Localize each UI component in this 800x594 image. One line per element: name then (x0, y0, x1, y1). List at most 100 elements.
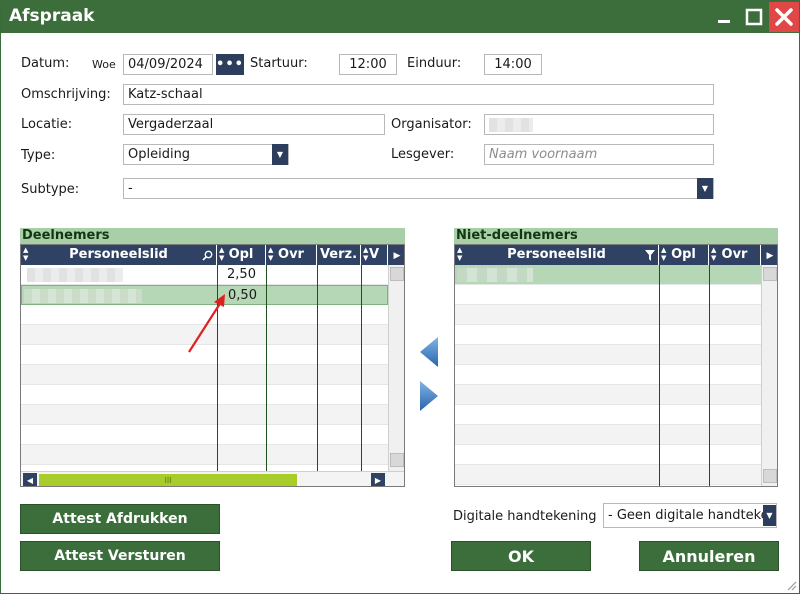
scroll-thumb[interactable]: III (39, 474, 297, 486)
deelnemers-grid: ▲ ▼ Personeelslid ▲ ▼ Opl ▲ ▼ Ovr Verz. ▲ ▼ (20, 244, 405, 487)
filter-icon[interactable] (645, 250, 655, 261)
chevron-down-icon: ▼ (701, 184, 709, 193)
chevron-down-icon: ▼ (276, 150, 284, 159)
column-opl[interactable]: ▲ ▼ Opl (659, 245, 709, 265)
datum-label: Datum: (21, 56, 70, 71)
day-of-week: Woe (92, 58, 116, 71)
column-verz[interactable]: Verz. (317, 245, 361, 265)
scroll-up-button[interactable] (390, 267, 404, 281)
empty-row (21, 425, 388, 445)
einduur-field[interactable]: 14:00 (484, 54, 542, 75)
omschrijving-field[interactable]: Katz-schaal (123, 84, 714, 105)
table-row-selected[interactable] (455, 265, 761, 285)
omschrijving-label: Omschrijving: (21, 87, 111, 102)
subtype-select[interactable]: - (123, 178, 714, 199)
empty-row (455, 325, 761, 345)
scroll-columns-right-button[interactable]: ▶ (388, 245, 404, 265)
digitale-dropdown-arrow[interactable]: ▼ (763, 505, 776, 526)
ok-button[interactable]: OK (451, 541, 591, 571)
empty-row (455, 385, 761, 405)
column-personeelslid[interactable]: ▲ ▼ Personeelslid (21, 245, 217, 265)
empty-row (455, 285, 761, 305)
sort-icon: ▲ ▼ (661, 246, 667, 262)
redacted-name (457, 267, 533, 282)
column-personeelslid[interactable]: ▲ ▼ Personeelslid (455, 245, 659, 265)
window-title: Afspraak (9, 6, 95, 26)
digitale-selected-value: - Geen digitale handtekening - (608, 508, 776, 523)
horizontal-scrollbar[interactable]: ◀ III ▶ (21, 471, 404, 486)
subtype-selected-value: - (128, 181, 133, 196)
close-icon (775, 8, 793, 26)
locatie-field[interactable]: Vergaderzaal (123, 114, 385, 135)
scroll-down-button[interactable] (763, 469, 777, 483)
search-icon[interactable] (202, 250, 213, 261)
scroll-right-button[interactable]: ▶ (371, 473, 385, 486)
empty-row (21, 405, 388, 425)
resize-grip-icon[interactable] (785, 579, 797, 591)
close-button[interactable] (769, 2, 799, 32)
scroll-columns-right-button[interactable]: ▶ (761, 245, 777, 265)
empty-row (455, 345, 761, 365)
deelnemers-header: Deelnemers (20, 228, 405, 244)
empty-row (21, 445, 388, 465)
vertical-scrollbar[interactable] (761, 265, 777, 486)
lesgever-label: Lesgever: (391, 147, 455, 162)
empty-row (455, 425, 761, 445)
einduur-label: Einduur: (407, 56, 462, 71)
minimize-button[interactable] (711, 4, 737, 30)
column-divider (317, 265, 318, 471)
column-ovr[interactable]: ▲ ▼ Ovr (266, 245, 317, 265)
scroll-left-button[interactable]: ◀ (23, 473, 37, 486)
startuur-field[interactable]: 12:00 (339, 54, 397, 75)
subtype-dropdown-arrow[interactable]: ▼ (697, 178, 713, 199)
grip-icon: III (164, 476, 172, 485)
sort-icon: ▲ ▼ (711, 246, 717, 262)
type-dropdown-arrow[interactable]: ▼ (272, 144, 288, 165)
table-row[interactable]: 2,50 (21, 265, 388, 285)
annuleren-button[interactable]: Annuleren (639, 541, 779, 571)
sort-icon: ▲ ▼ (268, 246, 274, 262)
organisator-field[interactable] (484, 114, 714, 135)
maximize-button[interactable] (741, 4, 767, 30)
redacted-name (489, 117, 533, 132)
chevron-right-icon: ▶ (393, 251, 401, 261)
sort-icon: ▲ ▼ (23, 246, 29, 262)
opl-cell: 2,50 (227, 267, 256, 282)
column-ovr[interactable]: ▲ ▼ Ovr (709, 245, 761, 265)
empty-row (21, 365, 388, 385)
dialog-body: Datum: Woe 04/09/2024 ••• Startuur: 12:0… (1, 33, 799, 593)
digitale-handtekening-label: Digitale handtekening (453, 509, 597, 524)
attest-versturen-button[interactable]: Attest Versturen (20, 541, 220, 571)
deelnemers-grid-header: ▲ ▼ Personeelslid ▲ ▼ Opl ▲ ▼ Ovr Verz. ▲ ▼ (21, 245, 404, 265)
niet-deelnemers-grid-header: ▲ ▼ Personeelslid ▲ ▼ Opl ▲ ▼ Ovr ▶ (455, 245, 777, 265)
move-right-arrow-icon[interactable] (419, 380, 439, 412)
column-v[interactable]: ▲ ▼ V (361, 245, 388, 265)
chevron-right-icon: ▶ (374, 475, 382, 485)
annotation-arrow-icon (188, 294, 225, 353)
title-bar[interactable]: Afspraak (1, 1, 799, 33)
maximize-icon (745, 8, 763, 26)
empty-row (455, 465, 761, 485)
lesgever-field[interactable]: Naam voornaam (484, 144, 714, 165)
sort-icon: ▲ ▼ (457, 246, 463, 262)
niet-deelnemers-grid: ▲ ▼ Personeelslid ▲ ▼ Opl ▲ ▼ Ovr ▶ (454, 244, 778, 487)
chevron-down-icon: ▼ (766, 511, 773, 520)
subtype-label: Subtype: (21, 182, 80, 197)
scroll-down-button[interactable] (390, 453, 404, 467)
redacted-name (24, 288, 142, 303)
empty-row (21, 385, 388, 405)
scroll-up-button[interactable] (763, 267, 777, 281)
chevron-left-icon: ◀ (26, 475, 34, 485)
datum-field[interactable]: 04/09/2024 (123, 54, 213, 75)
redacted-name (27, 267, 123, 282)
type-select[interactable]: Opleiding (123, 144, 289, 165)
digitale-handtekening-select[interactable]: - Geen digitale handtekening - (603, 503, 777, 528)
column-opl[interactable]: ▲ ▼ Opl (217, 245, 266, 265)
vertical-scrollbar[interactable] (388, 265, 404, 471)
date-picker-button[interactable]: ••• (216, 54, 244, 75)
attest-afdrukken-button[interactable]: Attest Afdrukken (20, 504, 220, 534)
column-divider (266, 265, 267, 471)
sort-icon: ▲ ▼ (363, 246, 369, 262)
column-divider (659, 265, 660, 486)
move-left-arrow-icon[interactable] (419, 336, 439, 368)
